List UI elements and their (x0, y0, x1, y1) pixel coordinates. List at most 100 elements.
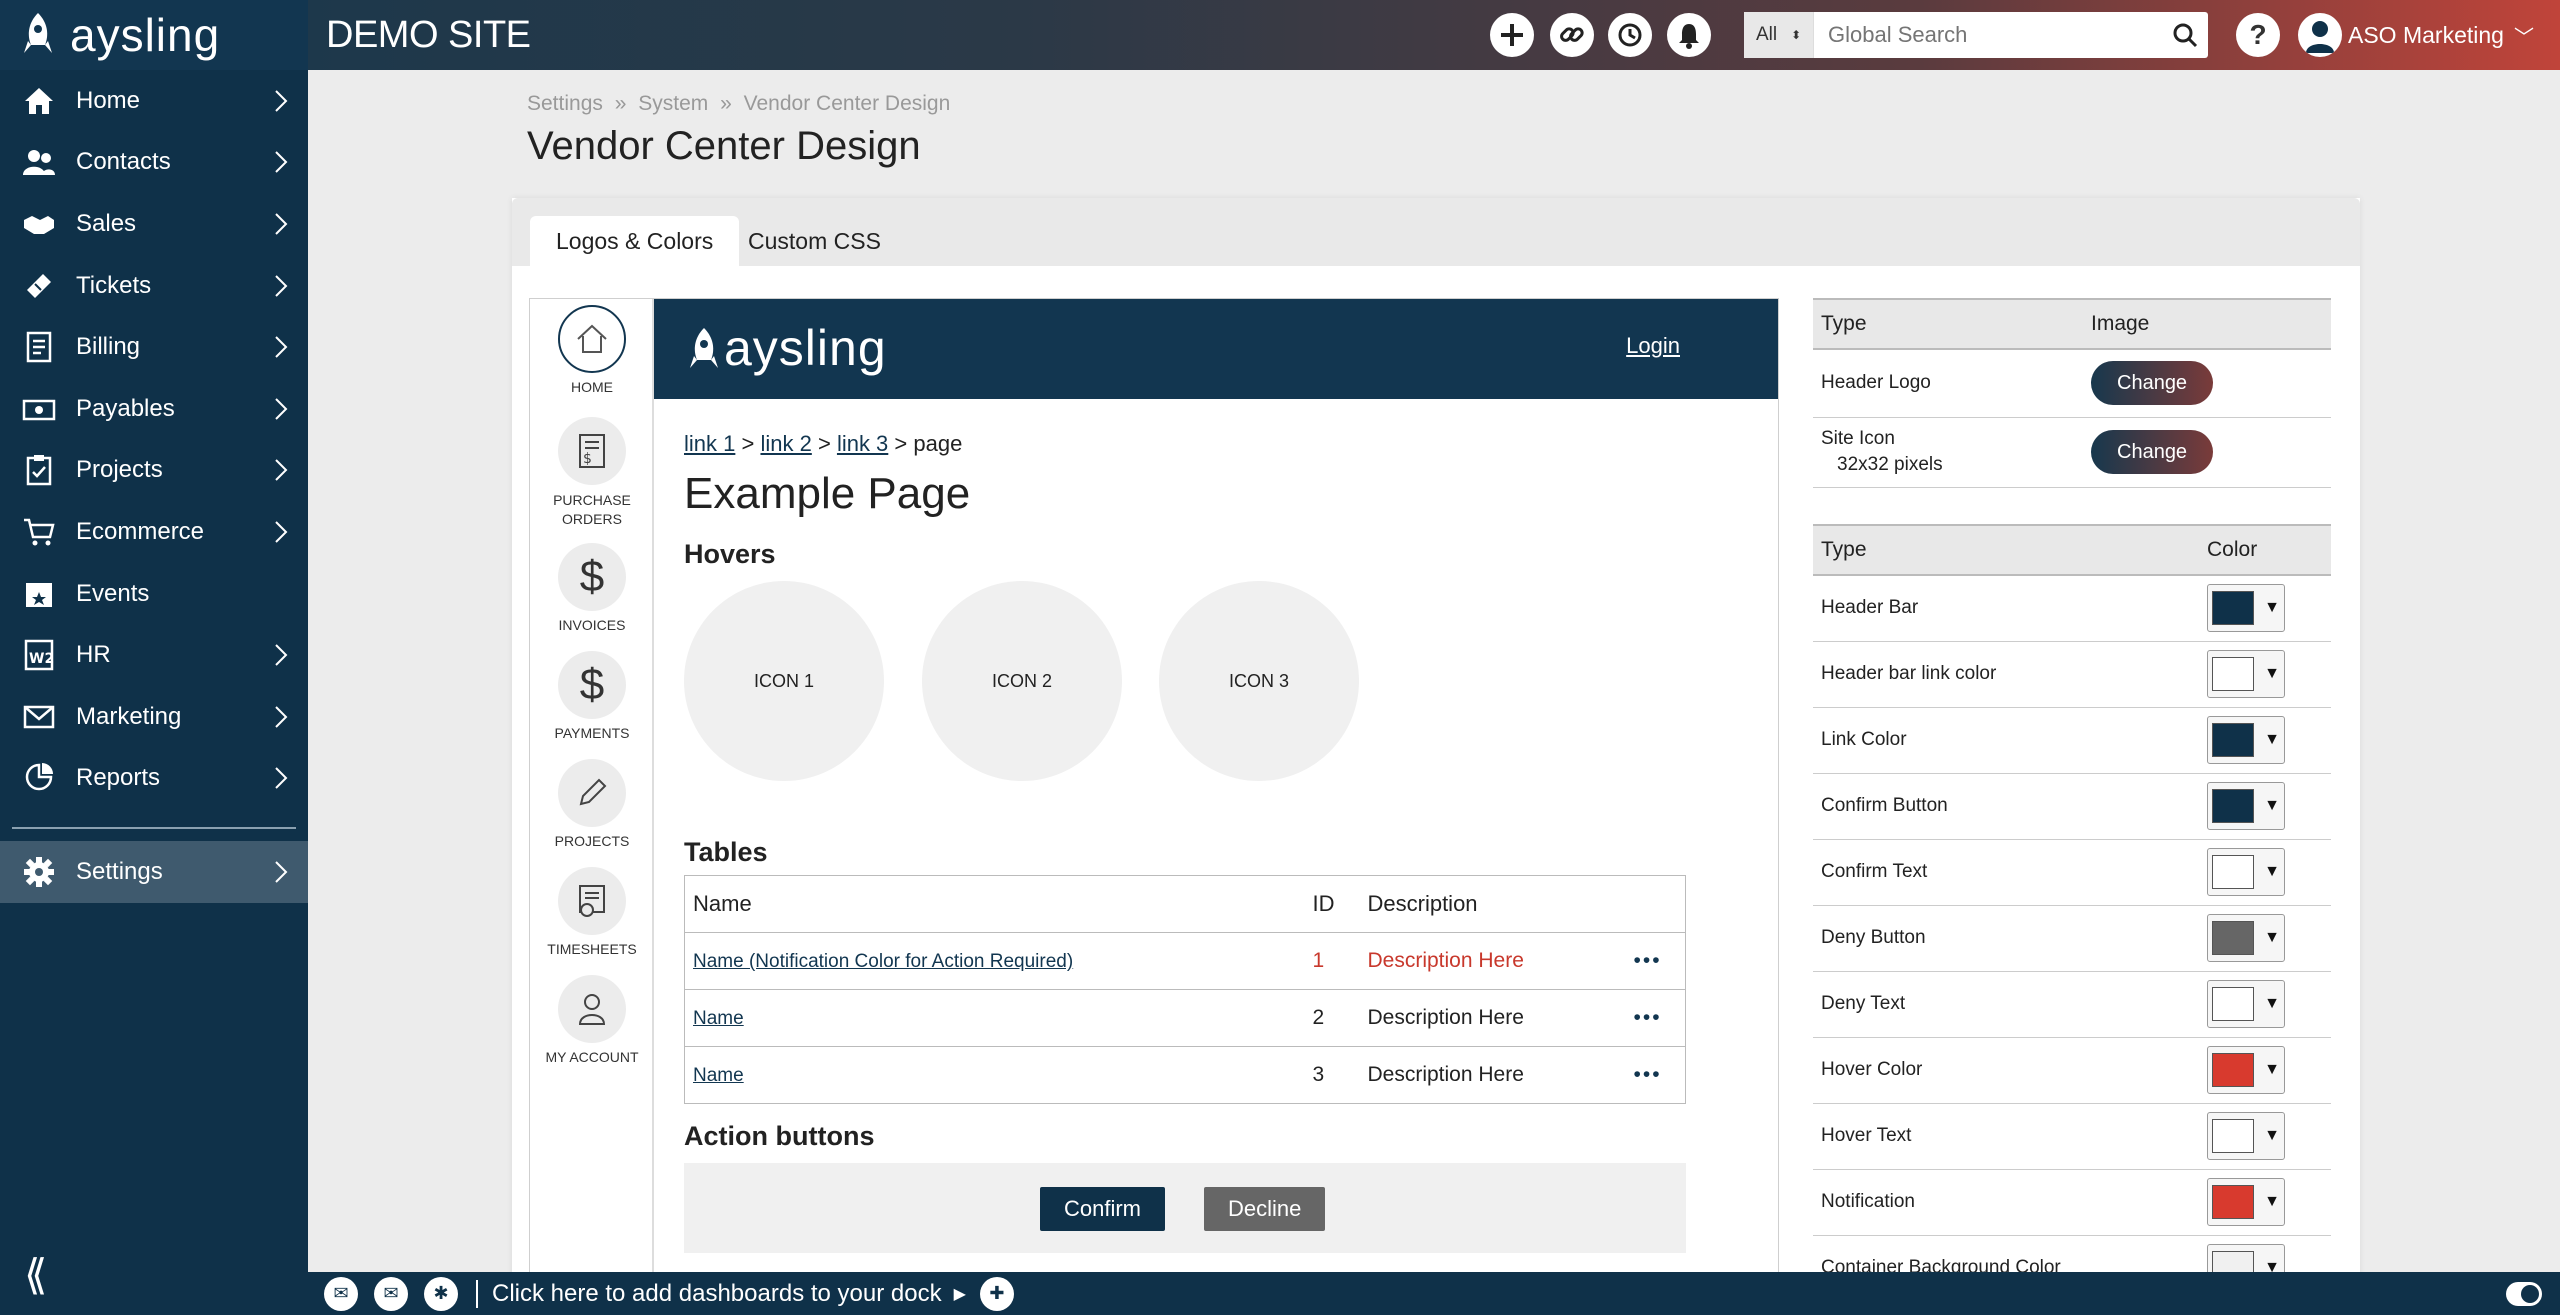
add-dashboard-icon[interactable]: ✚ (979, 1276, 1014, 1311)
preview-body: link 1 > link 2 > link 3 > page Example … (654, 399, 1778, 1315)
sidebar-item-reports[interactable]: Reports (0, 748, 308, 810)
sidebar-item-projects[interactable]: Projects (0, 440, 308, 502)
row-name-link[interactable]: Name (693, 1008, 744, 1029)
help-icon[interactable]: ? (2236, 13, 2280, 57)
email-alt-icon[interactable]: ✉ (374, 1276, 408, 1311)
dollar-icon: $ (558, 651, 626, 719)
sidebar-item-payables[interactable]: Payables (0, 378, 308, 440)
color-picker[interactable]: ▼ (2207, 1112, 2285, 1160)
chevron-right-icon (275, 398, 288, 420)
sidebar-item-billing[interactable]: Billing (0, 316, 308, 378)
preview-nav-invoices[interactable]: $ INVOICES (530, 543, 654, 633)
hover-icon-3[interactable]: ICON 3 (1159, 581, 1359, 781)
sidebar-item-ecommerce[interactable]: Ecommerce (0, 501, 308, 563)
brand-logo[interactable]: aysling (0, 0, 308, 70)
tab-custom-css[interactable]: Custom CSS (722, 216, 907, 266)
table-row: Deny Button ▼ (1813, 905, 2331, 972)
preview-nav-projects[interactable]: PROJECTS (530, 759, 654, 849)
table-row: Name 2 Description Here ••• (684, 989, 1686, 1047)
breadcrumb-separator: » (614, 92, 627, 115)
mail-icon[interactable]: ✉ (324, 1276, 358, 1311)
cart-icon (22, 515, 56, 549)
collapse-sidebar-icon[interactable]: ⟪ (24, 1250, 47, 1299)
sidebar-item-home[interactable]: Home (0, 70, 308, 132)
preview-crumb-link[interactable]: link 3 (837, 431, 888, 456)
sidebar-item-hr[interactable]: W2 HR (0, 624, 308, 686)
bell-icon[interactable] (1667, 13, 1711, 57)
tab-logos-colors[interactable]: Logos & Colors (530, 216, 740, 266)
preview-crumb-link[interactable]: link 1 (684, 431, 735, 456)
color-picker[interactable]: ▼ (2207, 716, 2285, 764)
dock-toggle[interactable] (2506, 1282, 2542, 1306)
history-icon[interactable] (1608, 13, 1652, 57)
color-type: Header bar link color (1813, 641, 2199, 708)
more-options-icon[interactable]: ••• (1625, 1046, 1686, 1104)
row-name-link[interactable]: Name (693, 1065, 744, 1086)
slack-icon[interactable]: ✱ (424, 1276, 458, 1311)
preview-login-link[interactable]: Login (1626, 333, 1680, 359)
design-card: Logos & Colors Custom CSS HOME $ PURCHAS… (512, 198, 2360, 1315)
more-options-icon[interactable]: ••• (1625, 989, 1686, 1047)
chevron-right-icon (275, 336, 288, 358)
sidebar-nav: Home Contacts Sales Tickets Billing Payables P… (0, 70, 308, 809)
user-menu[interactable]: ASO Marketing ﹀ (2298, 13, 2534, 57)
column-header: Color (2199, 524, 2331, 576)
color-picker[interactable]: ▼ (2207, 650, 2285, 698)
link-icon[interactable] (1550, 13, 1594, 57)
tables-heading: Tables (684, 837, 768, 867)
change-header-logo-button[interactable]: Change (2091, 361, 2214, 406)
action-buttons-heading: Action buttons (684, 1121, 875, 1151)
table-header-row: Type Color (1813, 524, 2331, 576)
preview-nav-label: PROJECTS (554, 833, 630, 849)
color-picker[interactable]: ▼ (2207, 1178, 2285, 1226)
sidebar-item-contacts[interactable]: Contacts (0, 132, 308, 194)
chevron-right-icon (275, 644, 288, 666)
sidebar-item-sales[interactable]: Sales (0, 193, 308, 255)
decline-button[interactable]: Decline (1204, 1187, 1326, 1231)
hover-icon-2[interactable]: ICON 2 (922, 581, 1122, 781)
preview-nav-home[interactable]: HOME (530, 305, 654, 395)
add-dashboards-link[interactable]: Click here to add dashboards to your doc… (476, 1279, 942, 1308)
sidebar-item-marketing[interactable]: Marketing (0, 686, 308, 748)
pencil-icon (558, 759, 626, 827)
sidebar-item-tickets[interactable]: Tickets (0, 255, 308, 317)
breadcrumb-item[interactable]: Settings (527, 92, 603, 115)
confirm-button[interactable]: Confirm (1040, 1187, 1166, 1231)
sidebar-item-events[interactable]: Events (0, 563, 308, 625)
search-input[interactable] (1814, 22, 2162, 48)
more-options-icon[interactable]: ••• (1625, 932, 1686, 990)
breadcrumb-item[interactable]: System (638, 92, 708, 115)
contacts-icon (22, 145, 56, 179)
row-name-link[interactable]: Name (Notification Color for Action Requ… (693, 951, 1073, 972)
sidebar-item-label: Payables (76, 394, 175, 422)
preview-table: Name ID Description Name (Notification C… (684, 875, 1686, 1104)
hovers-heading: Hovers (684, 539, 776, 569)
color-picker[interactable]: ▼ (2207, 848, 2285, 896)
color-picker[interactable]: ▼ (2207, 782, 2285, 830)
color-type: Deny Text (1813, 971, 2199, 1038)
change-site-icon-button[interactable]: Change (2091, 430, 2214, 474)
preview-crumb-link[interactable]: link 2 (760, 431, 811, 456)
hover-icon-1[interactable]: ICON 1 (684, 581, 884, 781)
sidebar-item-label: Projects (76, 456, 163, 484)
chevron-right-icon (275, 274, 288, 297)
color-picker[interactable]: ▼ (2207, 914, 2285, 962)
preview-nav-my-account[interactable]: MY ACCOUNT (530, 975, 654, 1065)
app-root: aysling DEMO SITE All ⬍ ? (0, 0, 2560, 1315)
search-icon[interactable] (2162, 12, 2208, 58)
color-settings-table: Type Color Header Bar ▼ Header bar link co… (1813, 524, 2331, 1302)
preview-nav-purchase-orders[interactable]: $ PURCHASE ORDERS (530, 417, 654, 529)
preview-nav-timesheets[interactable]: TIMESHEETS (530, 867, 654, 957)
add-icon[interactable] (1490, 13, 1534, 57)
color-swatch (2212, 921, 2254, 955)
color-picker[interactable]: ▼ (2207, 980, 2285, 1028)
dropdown-arrow-icon: ▼ (2264, 665, 2280, 682)
preview-nav-payments[interactable]: $ PAYMENTS (530, 651, 654, 741)
color-swatch (2212, 591, 2254, 626)
color-picker[interactable]: ▼ (2207, 584, 2285, 633)
color-picker[interactable]: ▼ (2207, 1046, 2285, 1094)
sidebar-item-settings[interactable]: Settings (0, 841, 308, 903)
table-row: Header Logo Change (1813, 349, 2331, 418)
sidebar-item-label: HR (76, 641, 111, 669)
search-scope-select[interactable]: All ⬍ (1744, 12, 1814, 58)
